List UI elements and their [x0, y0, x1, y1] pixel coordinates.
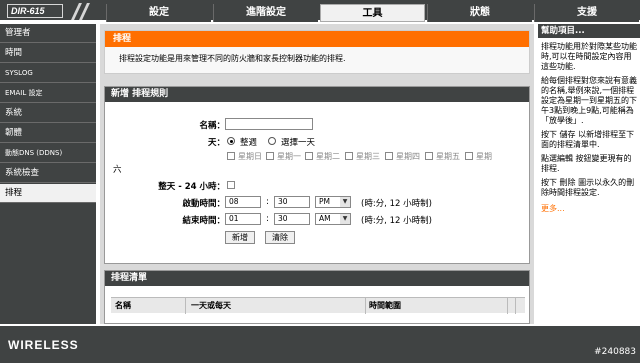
main-tabs: 設定 進階設定 工具 狀態 支援: [106, 4, 640, 22]
sidebar-item-firmware[interactable]: 韌體: [0, 124, 96, 143]
brand-logo: DIR-615: [3, 3, 95, 20]
start-ampm-select[interactable]: PM ▼: [315, 196, 351, 208]
week-radio-label: 整週: [240, 138, 258, 148]
sidebar-item-system[interactable]: 系統: [0, 104, 96, 123]
col-time: 時間範圍: [369, 301, 401, 310]
sidebar-item-email[interactable]: EMAIL 設定: [0, 84, 96, 103]
chevron-down-icon: ▼: [340, 197, 350, 207]
start-ampm-value: PM: [319, 197, 330, 206]
week-radio[interactable]: [227, 137, 235, 145]
end-hour-input[interactable]: 01: [225, 213, 261, 225]
day-label-sun: 星期日: [238, 152, 262, 161]
sidebar: 管理者 時間 SYSLOG EMAIL 設定 系統 韌體 動態DNS (DDNS…: [0, 24, 98, 324]
schedule-list-header: 名稱 一天或每天 時間範圍: [111, 297, 525, 314]
day-label-mon: 星期一: [277, 152, 301, 161]
start-time-label: 啟動時間：: [182, 199, 225, 209]
day-checkbox-sat[interactable]: [465, 152, 473, 160]
help-text-4: 點選編輯 按鈕變更現有的排程.: [541, 154, 632, 173]
end-time-label: 結束時間：: [182, 216, 225, 226]
top-nav: DIR-615 設定 進階設定 工具 狀態 支援: [0, 0, 640, 22]
day-checkbox-tue[interactable]: [305, 152, 313, 160]
col-name: 名稱: [115, 301, 131, 310]
sidebar-item-ddns[interactable]: 動態DNS (DDNS): [0, 144, 96, 163]
help-text-3: 按下 儲存 以新增排程至下面的排程清單中.: [541, 130, 635, 149]
tab-status[interactable]: 狀態: [427, 4, 532, 22]
col-day: 一天或每天: [191, 301, 231, 310]
select-day-radio[interactable]: [268, 137, 276, 145]
end-ampm-value: AM: [319, 214, 331, 223]
select-day-label: 選擇一天: [281, 138, 316, 148]
main-content: 排程 排程設定功能是用來管理不同的防火牆和家長控制器功能的排程. 新增 排程規則…: [100, 24, 534, 324]
sidebar-item-syslog[interactable]: SYSLOG: [0, 64, 96, 83]
intro-title: 排程: [105, 31, 529, 47]
intro-description: 排程設定功能是用來管理不同的防火牆和家長控制器功能的排程.: [119, 54, 346, 63]
help-title: 幫助項目...: [538, 24, 640, 38]
model-label: DIR-615: [7, 4, 63, 18]
day-label-wed: 星期三: [356, 152, 380, 161]
column-divider: [515, 298, 516, 314]
end-ampm-select[interactable]: AM ▼: [315, 213, 351, 225]
start-minute-input[interactable]: 30: [274, 196, 310, 208]
sidebar-item-admin[interactable]: 管理者: [0, 24, 96, 43]
add-schedule-title: 新增 排程規則: [105, 87, 529, 102]
end-colon: :: [266, 214, 269, 224]
sidebar-item-syscheck[interactable]: 系統檢查: [0, 164, 96, 183]
day-label-tue: 星期二: [316, 152, 340, 161]
chevron-down-icon: ▼: [340, 214, 350, 224]
image-id-label: #240883: [594, 347, 636, 357]
tab-tools[interactable]: 工具: [320, 4, 425, 22]
schedule-list-title: 排程清單: [105, 271, 529, 286]
column-divider: [185, 298, 186, 314]
day-label-thu: 星期四: [396, 152, 420, 161]
day-checkbox-mon[interactable]: [266, 152, 274, 160]
start-hour-input[interactable]: 08: [225, 196, 261, 208]
start-time-hint: (時:分, 12 小時制): [361, 199, 432, 209]
wireless-logo: WIRELESS: [8, 338, 79, 352]
end-minute-input[interactable]: 30: [274, 213, 310, 225]
add-schedule-panel: 新增 排程規則 名稱： 天： 整週 選擇一天 星期日 星期一 星期二 星期三 星…: [104, 86, 530, 264]
allday-label: 整天 - 24 小時：: [158, 182, 225, 192]
help-panel: 幫助項目... 排程功能用於對際某些功能時,可以在時間設定內容用這些功能. 給每…: [536, 24, 640, 324]
intro-box: 排程 排程設定功能是用來管理不同的防火牆和家長控制器功能的排程.: [104, 30, 530, 74]
sidebar-item-schedules[interactable]: 排程: [0, 184, 96, 203]
end-time-hint: (時:分, 12 小時制): [361, 216, 432, 226]
help-text-1: 排程功能用於對際某些功能時,可以在時間設定內容用這些功能.: [541, 42, 637, 71]
footer: WIRELESS #240883: [0, 326, 640, 363]
name-input[interactable]: [225, 118, 313, 130]
tab-support[interactable]: 支援: [534, 4, 639, 22]
day-checkbox-thu[interactable]: [385, 152, 393, 160]
tab-advanced[interactable]: 進階設定: [213, 4, 318, 22]
help-more-link[interactable]: 更多...: [538, 198, 640, 214]
day-label-fri: 星期五: [436, 152, 460, 161]
allday-checkbox[interactable]: [227, 181, 235, 189]
clear-button[interactable]: 清除: [265, 231, 295, 244]
day-checkbox-fri[interactable]: [425, 152, 433, 160]
tab-setup[interactable]: 設定: [106, 4, 211, 22]
day-checkbox-wed[interactable]: [345, 152, 353, 160]
sidebar-item-time[interactable]: 時間: [0, 44, 96, 63]
column-divider: [365, 298, 366, 314]
day-checkbox-sun[interactable]: [227, 152, 235, 160]
schedule-list-panel: 排程清單 名稱 一天或每天 時間範圍: [104, 270, 530, 324]
day-label: 天：: [207, 138, 225, 148]
help-text-5: 按下 刪除 圖示以永久的刪除時間排程設定.: [541, 178, 635, 197]
name-label: 名稱：: [199, 121, 225, 131]
column-divider: [507, 298, 508, 314]
day-label-sat-overflow: 六: [113, 165, 122, 175]
help-text-2: 給每個排程對您來說有意義的名稱,舉例來說,一個排程設定為星期一到星期五的下午3點…: [541, 76, 637, 125]
add-button[interactable]: 新增: [225, 231, 255, 244]
day-label-sat: 星期: [476, 152, 492, 161]
start-colon: :: [266, 197, 269, 207]
